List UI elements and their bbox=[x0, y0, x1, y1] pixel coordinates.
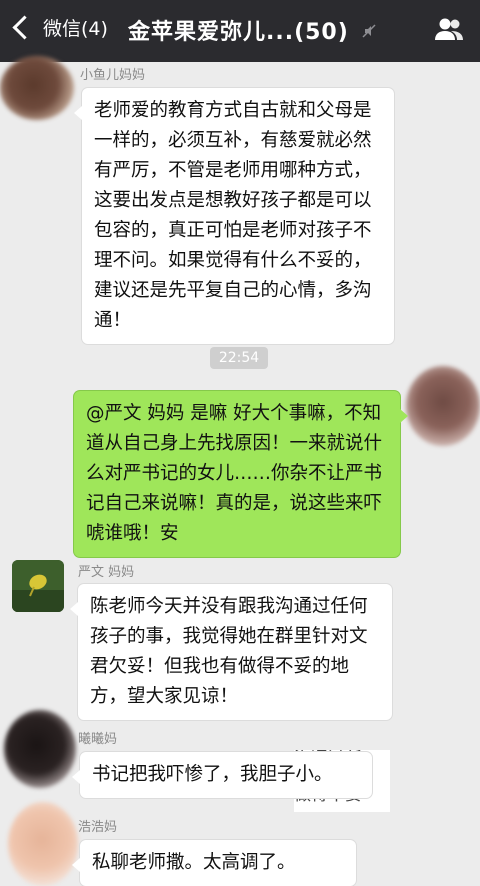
message-text: 陈老师今天并没有跟我沟通过任何孩子的事，我觉得她在群里针对文君欠妥！但我也有做得… bbox=[90, 596, 368, 707]
mute-icon bbox=[362, 24, 376, 38]
chevron-left-icon bbox=[12, 15, 37, 40]
group-members-icon[interactable] bbox=[434, 16, 464, 42]
message-text: 私聊老师撒。太高调了。 bbox=[92, 852, 296, 873]
avatar-yanwen[interactable] bbox=[12, 560, 64, 612]
message-text: 老师爱的教育方式自古就和父母是一样的，必须互补，有慈爱就必然有严厉，不管是老师用… bbox=[94, 100, 372, 331]
message-list[interactable]: 小鱼儿妈妈 老师爱的教育方式自古就和父母是一样的，必须互补，有慈爱就必然有严厉，… bbox=[0, 56, 480, 886]
my-avatar[interactable] bbox=[406, 366, 480, 446]
message-bubble[interactable]: 书记把我吓惨了，我胆子小。 bbox=[72, 752, 372, 798]
timestamp: 22:54 bbox=[210, 347, 268, 369]
message-text: 书记把我吓惨了，我胆子小。 bbox=[92, 764, 333, 785]
chat-header: 微信(4) 金苹果爱弥儿...(50) bbox=[0, 0, 480, 62]
chat-title: 金苹果爱弥儿...(50) bbox=[128, 20, 349, 45]
avatar-haohao[interactable] bbox=[8, 802, 78, 886]
back-button[interactable]: 微信(4) bbox=[8, 14, 108, 41]
my-message-bubble[interactable]: @严文 妈妈 是嘛 好大个事嘛，不知道从自己身上先找原因！一来就说什么对严书记的… bbox=[74, 391, 408, 557]
message-bubble[interactable]: 陈老师今天并没有跟我沟通过任何孩子的事，我觉得她在群里针对文君欠妥！但我也有做得… bbox=[70, 584, 392, 720]
message-bubble[interactable]: 私聊老师撒。太高调了。 bbox=[72, 840, 356, 886]
sender-name: 浩浩妈 bbox=[78, 820, 118, 835]
sender-name: 严文 妈妈 bbox=[78, 565, 135, 580]
back-label: 微信(4) bbox=[43, 18, 108, 40]
sender-name: 曦曦妈 bbox=[78, 732, 118, 747]
leaf-icon bbox=[12, 560, 64, 612]
sender-name: 小鱼儿妈妈 bbox=[80, 68, 146, 83]
avatar-xiaoyuer[interactable] bbox=[0, 56, 74, 120]
message-text: @严文 妈妈 是嘛 好大个事嘛，不知道从自己身上先找原因！一来就说什么对严书记的… bbox=[86, 403, 383, 544]
message-bubble[interactable]: 老师爱的教育方式自古就和父母是一样的，必须互补，有慈爱就必然有严厉，不管是老师用… bbox=[74, 88, 394, 344]
avatar-xixi[interactable] bbox=[4, 710, 76, 788]
